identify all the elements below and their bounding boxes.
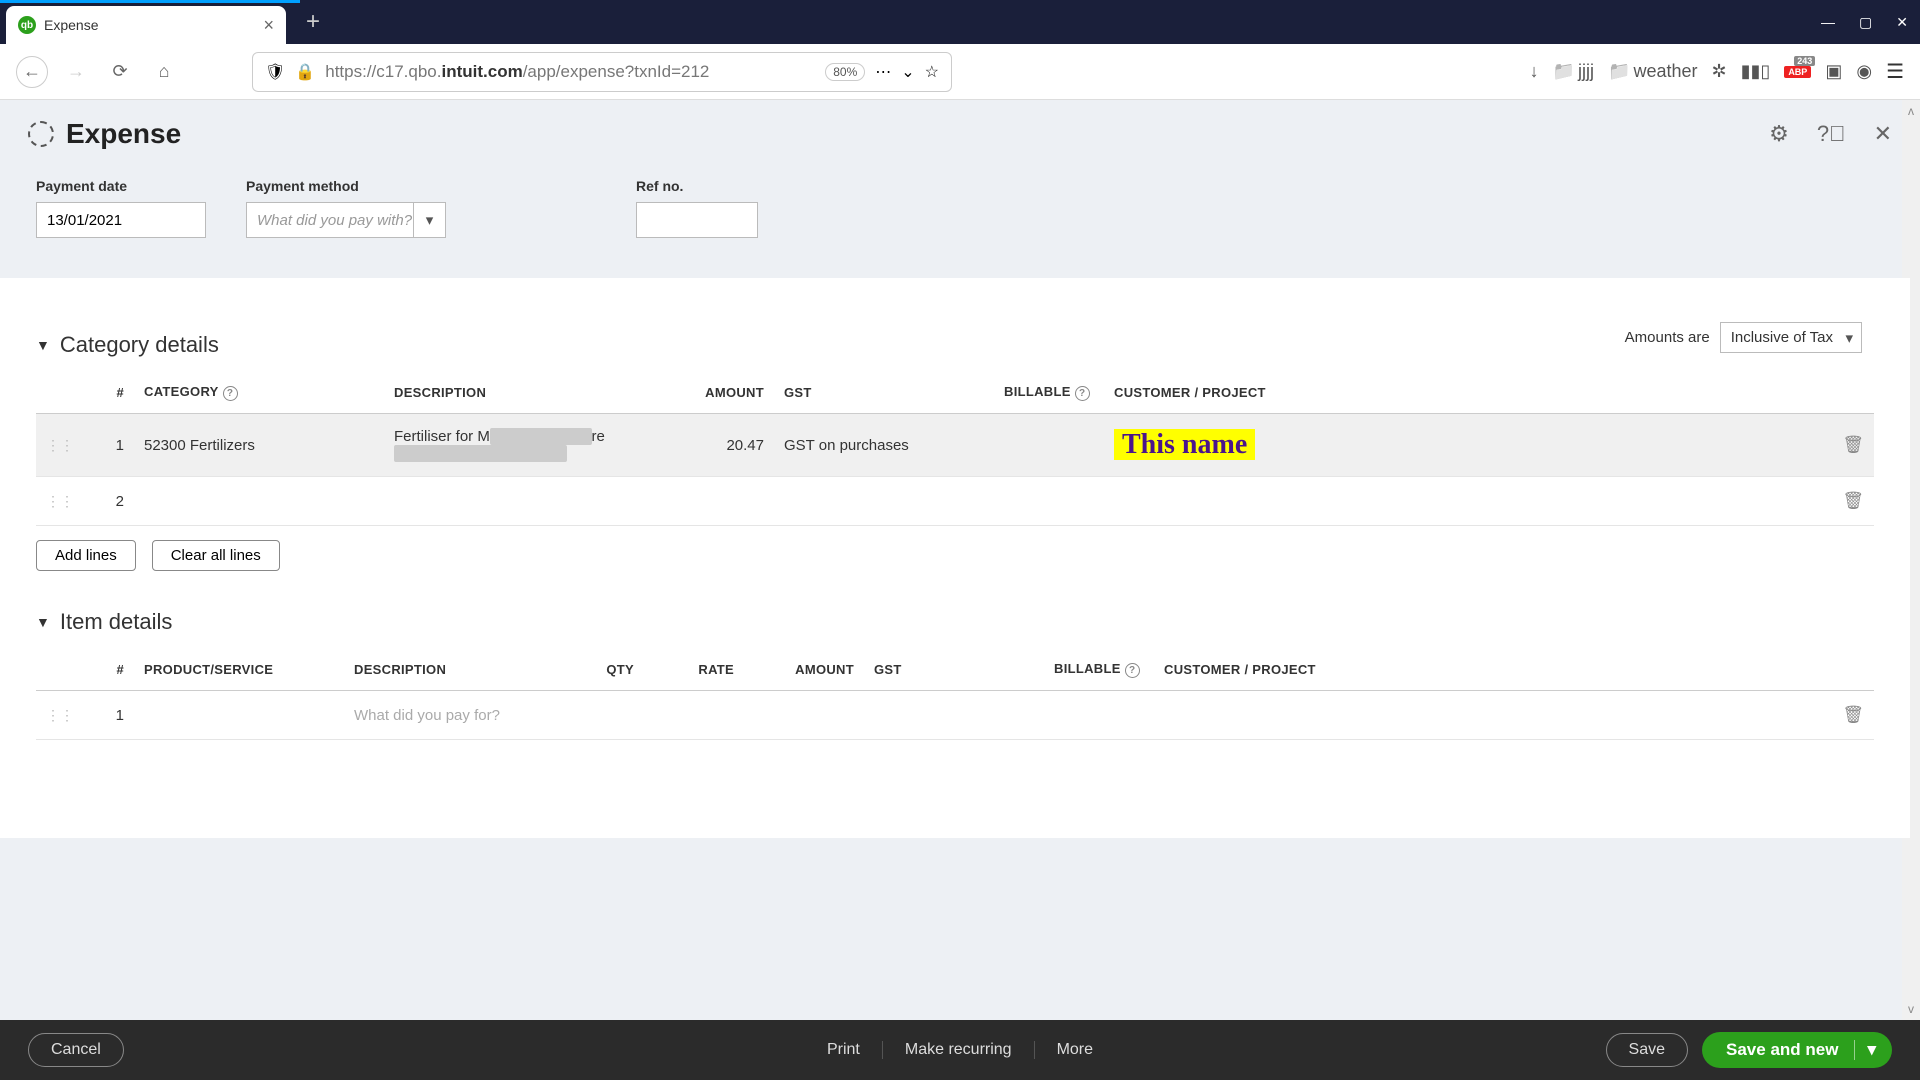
shield-icon[interactable]: 🛡 — [265, 62, 285, 82]
help-icon[interactable]: ? — [1075, 386, 1090, 401]
reload-button[interactable]: ⟳ — [104, 56, 136, 88]
category-details-table: # CATEGORY? DESCRIPTION AMOUNT GST BILLA… — [36, 372, 1874, 526]
category-details-toggle[interactable]: ▼ Category details — [36, 332, 1874, 358]
tab-title: Expense — [44, 17, 255, 33]
close-window-icon[interactable]: ✕ — [1896, 14, 1908, 31]
table-row[interactable]: ⋮⋮ 1 52300 Fertilizers Fertiliser for Mx… — [36, 414, 1874, 477]
zoom-level[interactable]: 80% — [825, 63, 865, 81]
url-bar[interactable]: 🛡 🔒 https://c17.qbo.intuit.com/app/expen… — [252, 52, 952, 92]
delete-row-icon[interactable]: 🗑 — [1832, 414, 1874, 477]
url-text: https://c17.qbo.intuit.com/app/expense?t… — [325, 62, 815, 82]
help-icon[interactable]: ? — [1125, 663, 1140, 678]
maximize-icon[interactable]: ▢ — [1859, 14, 1872, 31]
chevron-down-icon[interactable]: ▾ — [1854, 1040, 1876, 1060]
table-row[interactable]: ⋮⋮ 2 🗑 — [36, 477, 1874, 526]
library-icon[interactable]: ▮▮▯ — [1741, 61, 1771, 82]
drag-handle-icon[interactable]: ⋮⋮ — [36, 477, 84, 526]
chevron-down-icon[interactable]: ▾ — [413, 203, 445, 237]
customer-cell[interactable]: This name — [1104, 414, 1832, 477]
minimize-icon[interactable]: — — [1821, 14, 1835, 31]
save-and-new-button[interactable]: Save and new▾ — [1702, 1032, 1892, 1068]
gear-icon[interactable]: ⚙ — [1769, 121, 1789, 147]
make-recurring-button[interactable]: Make recurring — [883, 1041, 1035, 1059]
payment-method-label: Payment method — [246, 178, 446, 194]
payment-date-label: Payment date — [36, 178, 206, 194]
lock-icon: 🔒 — [295, 62, 315, 82]
bookmark-folder-jjjj[interactable]: jjjj — [1553, 61, 1594, 82]
more-button[interactable]: More — [1035, 1041, 1115, 1059]
payment-method-select[interactable]: What did you pay with? ▾ — [246, 202, 446, 238]
hamburger-menu-icon[interactable]: ☰ — [1886, 59, 1904, 84]
browser-tab[interactable]: qb Expense × — [6, 6, 286, 44]
description-placeholder[interactable]: What did you pay for? — [344, 691, 574, 740]
help-icon[interactable]: ? — [223, 386, 238, 401]
annotation-highlight: This name — [1114, 429, 1255, 460]
quickbooks-icon: qb — [18, 16, 36, 34]
drag-handle-icon[interactable]: ⋮⋮ — [36, 691, 84, 740]
back-button[interactable]: ← — [16, 56, 48, 88]
forward-button[interactable]: → — [60, 56, 92, 88]
tax-mode-select[interactable]: Inclusive of Tax — [1720, 322, 1862, 353]
close-tab-icon[interactable]: × — [263, 15, 274, 36]
account-icon[interactable]: ◉ — [1856, 61, 1872, 82]
item-details-toggle[interactable]: ▼ Item details — [36, 609, 1874, 635]
amounts-are-label: Amounts are — [1625, 329, 1710, 346]
billable-cell[interactable] — [994, 414, 1104, 477]
add-lines-button[interactable]: Add lines — [36, 540, 136, 571]
clear-lines-button[interactable]: Clear all lines — [152, 540, 280, 571]
home-button[interactable]: ⌂ — [148, 56, 180, 88]
sidebar-icon[interactable]: ▣ — [1825, 61, 1842, 82]
ref-no-label: Ref no. — [636, 178, 758, 194]
page-actions-icon[interactable]: ⋯ — [875, 62, 891, 82]
drag-handle-icon[interactable]: ⋮⋮ — [36, 414, 84, 477]
print-button[interactable]: Print — [805, 1041, 883, 1059]
delete-row-icon[interactable]: 🗑 — [1832, 691, 1874, 740]
payment-date-input[interactable] — [36, 202, 206, 238]
table-row[interactable]: ⋮⋮ 1 What did you pay for? 🗑 — [36, 691, 1874, 740]
close-icon[interactable]: ✕ — [1874, 121, 1892, 147]
abp-icon[interactable]: 243ABP — [1784, 66, 1811, 78]
new-tab-button[interactable]: + — [306, 8, 320, 36]
pocket-icon[interactable]: ⌄ — [901, 62, 914, 82]
settings-gear-icon[interactable]: ✲ — [1712, 61, 1727, 82]
ref-no-input[interactable] — [636, 202, 758, 238]
amount-cell[interactable]: 20.47 — [644, 414, 774, 477]
bookmark-folder-weather[interactable]: weather — [1608, 61, 1697, 82]
downloads-icon[interactable]: ↓ — [1530, 61, 1539, 82]
delete-row-icon[interactable]: 🗑 — [1832, 477, 1874, 526]
gst-cell[interactable]: GST on purchases — [774, 414, 994, 477]
collapse-triangle-icon: ▼ — [36, 337, 50, 353]
category-cell[interactable]: 52300 Fertilizers — [134, 414, 384, 477]
save-button[interactable]: Save — [1606, 1033, 1688, 1067]
help-icon[interactable]: ?⃝ — [1817, 121, 1846, 147]
page-title: Expense — [66, 118, 181, 150]
cancel-button[interactable]: Cancel — [28, 1033, 124, 1067]
item-details-table: # PRODUCT/SERVICE DESCRIPTION QTY RATE A… — [36, 649, 1874, 740]
bookmark-star-icon[interactable]: ☆ — [925, 62, 939, 82]
description-cell[interactable]: Fertiliser for Mxxxxxxxx xxxxxre xxxxxxx… — [384, 414, 644, 477]
collapse-triangle-icon: ▼ — [36, 614, 50, 630]
history-icon[interactable] — [28, 121, 54, 147]
